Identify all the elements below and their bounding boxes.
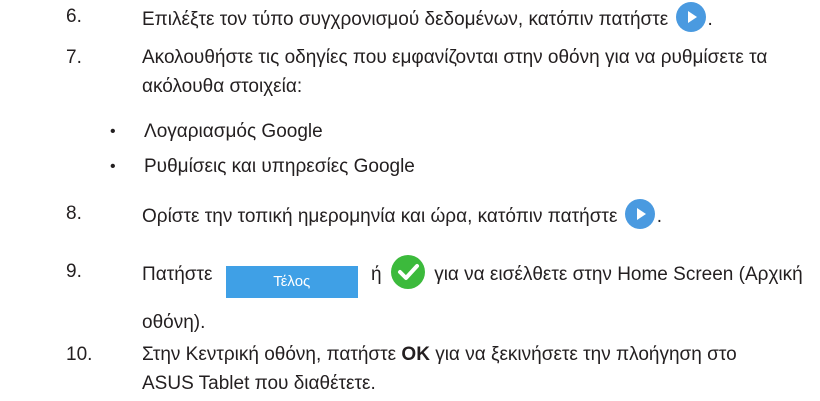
step-text: για να εισέλθετε στην Home Screen (Αρχικ…	[434, 264, 803, 285]
step-text: Ορίστε την τοπική ημερομηνία και ώρα, κα…	[142, 206, 618, 227]
next-button[interactable]	[675, 2, 706, 32]
list-item: • Λογαριασμός Google	[110, 117, 323, 146]
step-text: Στην Κεντρική οθόνη, πατήστε	[142, 344, 397, 365]
step-text: για να ξεκινήσετε την πλοήγηση στο	[435, 344, 737, 365]
step-9: 9. Πατήστε Τέλος ή για να εισέλθετε στην…	[66, 255, 803, 340]
step-number: 9.	[66, 261, 82, 282]
step-text: Επιλέξτε τον τύπο συγχρονισμού δεδομένων…	[142, 9, 669, 30]
list-item-label: Λογαριασμός Google	[144, 121, 323, 142]
step-text: Ακολουθήστε τις οδηγίες που εμφανίζονται…	[142, 47, 768, 68]
step-number: 8.	[66, 203, 82, 224]
bullet-dot: •	[110, 123, 116, 140]
play-arrow-icon	[636, 208, 646, 220]
step-number: 7.	[66, 47, 82, 68]
play-arrow-icon	[687, 11, 697, 23]
ok-label: OK	[401, 344, 430, 365]
step-8: 8. Ορίστε την τοπική ημερομηνία και ώρα,…	[66, 199, 800, 231]
bullet-dot: •	[110, 158, 116, 175]
or-word: ή	[371, 264, 382, 285]
step-text-continued: ASUS Tablet που διαθέτετε.	[142, 373, 376, 394]
step-10: 10. Στην Κεντρική οθόνη, πατήστε OK για …	[66, 340, 800, 398]
checkmark-icon	[397, 264, 419, 280]
step-number: 10.	[66, 344, 93, 365]
done-button[interactable]: Τέλος	[225, 266, 358, 298]
step-7: 7. Ακολουθήστε τις οδηγίες που εμφανίζον…	[66, 43, 800, 101]
step-6: 6. Επιλέξτε τον τύπο συγχρονισμού δεδομέ…	[66, 2, 800, 34]
step-text-continued: οθόνη).	[142, 312, 206, 333]
step-text-continued: ακόλουθα στοιχεία:	[142, 76, 303, 97]
list-item: • Ρυθμίσεις και υπηρεσίες Google	[110, 152, 415, 181]
list-item-label: Ρυθμίσεις και υπηρεσίες Google	[144, 156, 415, 177]
step-number: 6.	[66, 6, 82, 27]
step-text: Πατήστε	[142, 264, 213, 285]
next-button[interactable]	[624, 199, 655, 229]
confirm-button[interactable]	[390, 255, 425, 289]
